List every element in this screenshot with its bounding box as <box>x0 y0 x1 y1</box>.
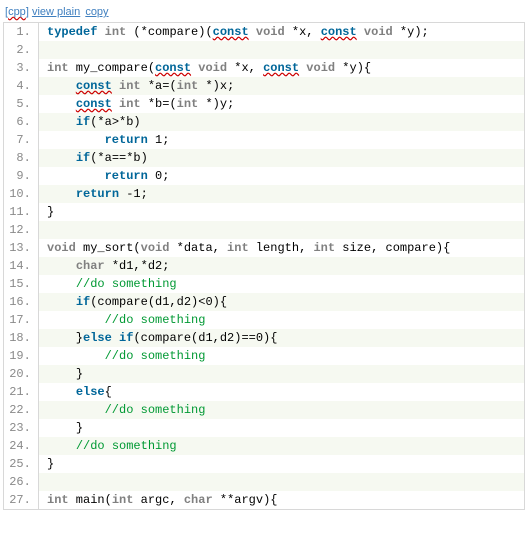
code-line: else{ <box>38 383 524 401</box>
code-line: //do something <box>38 437 524 455</box>
code-line: void my_sort(void *data, int length, int… <box>38 239 524 257</box>
code-line: } <box>38 455 524 473</box>
code-line: int my_compare(const void *x, const void… <box>38 59 524 77</box>
code-line: return -1; <box>38 185 524 203</box>
code-line: const int *b=(int *)y; <box>38 95 524 113</box>
copy-link[interactable]: copy <box>85 6 108 18</box>
code-line: char *d1,*d2; <box>38 257 524 275</box>
code-line: return 0; <box>38 167 524 185</box>
code-line: } <box>38 203 524 221</box>
lang-label: [cpp] <box>5 6 29 18</box>
code-line: int main(int argc, char **argv){ <box>38 491 524 509</box>
code-line: //do something <box>38 401 524 419</box>
view-plain-link[interactable]: view plain <box>32 6 80 18</box>
code-line: } <box>38 419 524 437</box>
toolbar: [cpp] view plain copy <box>3 4 527 22</box>
code-line: if(compare(d1,d2)<0){ <box>38 293 524 311</box>
code-line: //do something <box>38 275 524 293</box>
code-line: } <box>38 365 524 383</box>
code-line: if(*a==*b) <box>38 149 524 167</box>
code-list: typedef int (*compare)(const void *x, co… <box>4 23 524 509</box>
code-line: const int *a=(int *)x; <box>38 77 524 95</box>
code-line <box>38 473 524 491</box>
code-line <box>38 221 524 239</box>
code-line: if(*a>*b) <box>38 113 524 131</box>
code-line: return 1; <box>38 131 524 149</box>
code-viewer: [cpp] view plain copy typedef int (*comp… <box>0 0 530 510</box>
code-line <box>38 41 524 59</box>
code-line: typedef int (*compare)(const void *x, co… <box>38 23 524 41</box>
lang-text: cpp <box>8 6 26 18</box>
code-block: typedef int (*compare)(const void *x, co… <box>3 22 525 510</box>
code-line: //do something <box>38 311 524 329</box>
code-line: //do something <box>38 347 524 365</box>
code-line: }else if(compare(d1,d2)==0){ <box>38 329 524 347</box>
